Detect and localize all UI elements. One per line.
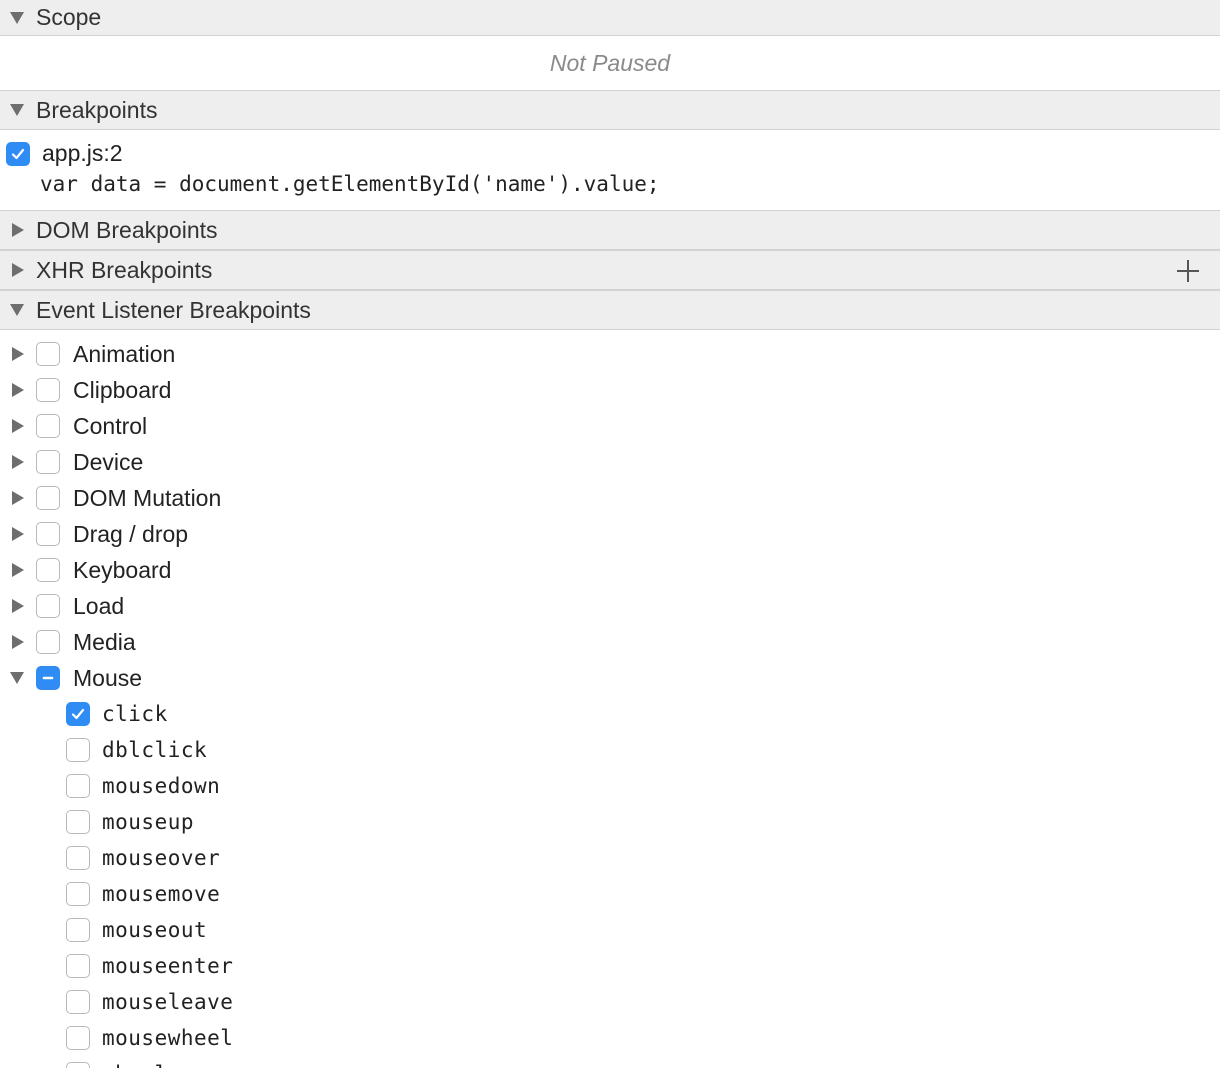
event-checkbox[interactable] (66, 990, 90, 1014)
expanded-triangle-icon[interactable] (10, 672, 24, 684)
category-label: Animation (73, 340, 176, 367)
event-checkbox[interactable] (66, 702, 90, 726)
event-checkbox[interactable] (66, 1062, 90, 1068)
event-checkbox[interactable] (66, 810, 90, 834)
category-label: Drag / drop (73, 520, 189, 547)
category-label: Media (73, 628, 136, 655)
event-checkbox[interactable] (66, 954, 90, 978)
event-label: mouseover (102, 846, 221, 870)
category-label: Mouse (73, 664, 143, 691)
collapsed-triangle-icon[interactable] (12, 635, 24, 649)
mouse-event-mousemove[interactable]: mousemove (0, 876, 1220, 912)
category-label: Load (73, 592, 125, 619)
expanded-triangle-icon (10, 11, 24, 24)
event-listener-breakpoints-section-header[interactable]: Event Listener Breakpoints (0, 290, 1220, 330)
minus-icon (42, 676, 54, 680)
event-listener-list: Animation Clipboard Control Device DOM M… (0, 330, 1220, 1068)
breakpoint-code: var data = document.getElementById('name… (40, 172, 660, 196)
event-category-keyboard[interactable]: Keyboard (0, 552, 1220, 588)
checkmark-icon (71, 708, 85, 720)
event-label: dblclick (102, 738, 208, 762)
mouse-event-mouseleave[interactable]: mouseleave (0, 984, 1220, 1020)
mouse-event-mouseenter[interactable]: mouseenter (0, 948, 1220, 984)
collapsed-triangle-icon[interactable] (12, 527, 24, 541)
event-label: mouseenter (102, 954, 234, 978)
breakpoint-location: app.js:2 (42, 140, 123, 166)
collapsed-triangle-icon[interactable] (12, 419, 24, 433)
event-label: click (102, 702, 168, 726)
event-category-control[interactable]: Control (0, 408, 1220, 444)
event-label: wheel (102, 1062, 168, 1068)
xhr-breakpoints-section-header[interactable]: XHR Breakpoints (0, 250, 1220, 290)
event-category-animation[interactable]: Animation (0, 336, 1220, 372)
collapsed-triangle-icon (12, 223, 24, 237)
event-listener-breakpoints-title: Event Listener Breakpoints (36, 296, 311, 323)
collapsed-triangle-icon[interactable] (12, 347, 24, 361)
dom-breakpoints-title: DOM Breakpoints (36, 216, 218, 243)
category-checkbox[interactable] (36, 630, 60, 654)
breakpoint-checkbox[interactable] (6, 141, 30, 166)
scope-section-header[interactable]: Scope (0, 0, 1220, 36)
collapsed-triangle-icon[interactable] (12, 563, 24, 577)
event-category-media[interactable]: Media (0, 624, 1220, 660)
event-checkbox[interactable] (66, 1026, 90, 1050)
expanded-triangle-icon (10, 304, 24, 316)
collapsed-triangle-icon[interactable] (12, 383, 24, 397)
breakpoint-item[interactable]: app.js:2 var data = document.getElementB… (0, 130, 1220, 210)
scope-title: Scope (36, 4, 102, 30)
category-checkbox[interactable] (36, 450, 60, 474)
category-checkbox[interactable] (36, 378, 60, 402)
event-label: mousemove (102, 882, 221, 906)
mouse-event-wheel[interactable]: wheel (0, 1056, 1220, 1068)
collapsed-triangle-icon[interactable] (12, 599, 24, 613)
category-checkbox[interactable] (36, 594, 60, 618)
plus-icon[interactable] (1176, 259, 1200, 283)
category-label: Keyboard (73, 556, 172, 583)
event-label: mousewheel (102, 1026, 234, 1050)
event-checkbox[interactable] (66, 882, 90, 906)
event-checkbox[interactable] (66, 846, 90, 870)
category-label: Clipboard (73, 376, 172, 403)
category-checkbox[interactable] (36, 522, 60, 546)
checkmark-icon (11, 148, 25, 159)
event-category-drag-drop[interactable]: Drag / drop (0, 516, 1220, 552)
mouse-event-dblclick[interactable]: dblclick (0, 732, 1220, 768)
event-label: mouseup (102, 810, 195, 834)
event-category-mouse[interactable]: Mouse (0, 660, 1220, 696)
event-category-clipboard[interactable]: Clipboard (0, 372, 1220, 408)
expanded-triangle-icon (10, 104, 24, 116)
mouse-event-click[interactable]: click (0, 696, 1220, 732)
event-checkbox[interactable] (66, 918, 90, 942)
breakpoints-title: Breakpoints (36, 96, 158, 123)
event-category-load[interactable]: Load (0, 588, 1220, 624)
mouse-event-mousewheel[interactable]: mousewheel (0, 1020, 1220, 1056)
collapsed-triangle-icon[interactable] (12, 491, 24, 505)
category-checkbox[interactable] (36, 342, 60, 366)
collapsed-triangle-icon (12, 263, 24, 277)
event-label: mouseout (102, 918, 208, 942)
event-checkbox[interactable] (66, 738, 90, 762)
event-label: mousedown (102, 774, 221, 798)
event-category-device[interactable]: Device (0, 444, 1220, 480)
xhr-breakpoints-title: XHR Breakpoints (36, 256, 213, 283)
event-checkbox[interactable] (66, 774, 90, 798)
category-label: DOM Mutation (73, 484, 222, 511)
event-label: mouseleave (102, 990, 234, 1014)
collapsed-triangle-icon[interactable] (12, 455, 24, 469)
category-label: Device (73, 448, 144, 475)
event-category-dom-mutation[interactable]: DOM Mutation (0, 480, 1220, 516)
breakpoints-section-header[interactable]: Breakpoints (0, 90, 1220, 130)
debugger-sidebar-panel: Scope Not Paused Breakpoints app.js:2 va… (0, 0, 1220, 1068)
category-checkbox[interactable] (36, 486, 60, 510)
category-checkbox[interactable] (36, 558, 60, 582)
mouse-event-mouseup[interactable]: mouseup (0, 804, 1220, 840)
mouse-event-mouseout[interactable]: mouseout (0, 912, 1220, 948)
mouse-event-mousedown[interactable]: mousedown (0, 768, 1220, 804)
category-checkbox[interactable] (36, 414, 60, 438)
category-label: Control (73, 412, 148, 439)
mouse-event-mouseover[interactable]: mouseover (0, 840, 1220, 876)
dom-breakpoints-section-header[interactable]: DOM Breakpoints (0, 210, 1220, 250)
scope-status: Not Paused (0, 36, 1220, 90)
category-checkbox-mixed[interactable] (36, 666, 60, 690)
